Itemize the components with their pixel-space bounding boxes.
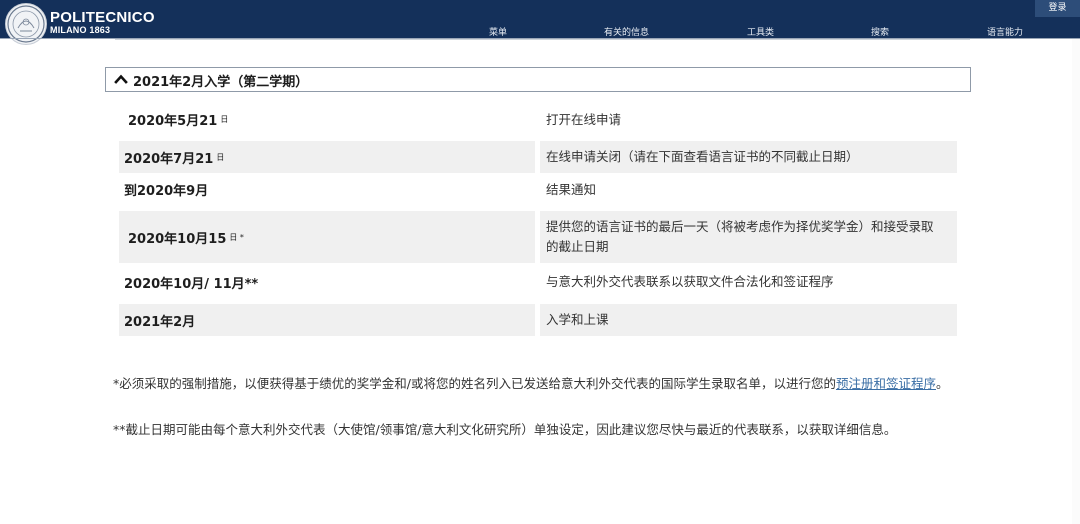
nav-info[interactable]: 有关的信息 — [604, 25, 649, 38]
brand-subtitle: MILANO 1863 — [50, 25, 111, 35]
footnote-deadline: **截止日期可能由每个意大利外交代表（大使馆/领事馆/意大利文化研究所）单独设定… — [113, 422, 897, 437]
date-suffix: 日 * — [229, 232, 244, 242]
date-text: 到2020年9月 — [124, 184, 209, 199]
event-cell: 结果通知 — [546, 181, 597, 197]
date-text: 2020年5月21 — [128, 114, 218, 129]
nav-menu[interactable]: 菜单 — [489, 25, 507, 38]
date-text: 2021年2月 — [124, 314, 196, 330]
section-divider — [115, 39, 970, 40]
footnote-text: *必须采取的强制措施，以便获得基于绩优的奖学金和/或将您的姓名列入已发送给意大利… — [113, 376, 836, 391]
event-cell: 打开在线申请 — [546, 111, 622, 127]
date-cell: 2021年2月 — [119, 304, 535, 336]
brand-name[interactable]: POLITECNICO — [50, 9, 155, 26]
date-text: 2020年10月/ 11月** — [124, 276, 259, 292]
chevron-up-icon[interactable] — [114, 72, 128, 86]
nav-tools[interactable]: 工具类 — [747, 25, 774, 38]
nav-language[interactable]: 语言能力 — [987, 25, 1023, 38]
top-header: POLITECNICO MILANO 1863 菜单 有关的信息 工具类 搜索 … — [0, 0, 1080, 45]
date-cell: 到2020年9月 — [119, 173, 535, 206]
table-row: 2021年2月 入学和上课 — [119, 304, 957, 336]
date-cell: 2020年10月/ 11月** — [119, 263, 535, 301]
schedule-table: 2020年5月21 日 打开在线申请 2020年7月21 日 在线申请关闭（请在下面… — [119, 103, 957, 336]
date-cell: 2020年7月21 日 — [119, 141, 535, 173]
pre-enrollment-link[interactable]: 预注册和签证程序 — [836, 376, 936, 391]
event-cell: 在线申请关闭（请在下面查看语言证书的不同截止日期） — [540, 141, 957, 173]
event-cell: 与意大利外交代表联系以获取文件合法化和签证程序 — [546, 274, 834, 289]
login-button[interactable]: 登录 — [1035, 0, 1080, 17]
nav-search[interactable]: 搜索 — [871, 25, 889, 38]
date-suffix: 日 — [220, 115, 229, 124]
footnote-end: 。 — [935, 376, 949, 391]
date-text: 2020年10月15 — [128, 231, 227, 247]
date-cell: 2020年5月21 日 — [119, 103, 535, 136]
accordion-header[interactable]: 2021年2月入学（第二学期） — [105, 67, 971, 92]
footnote-scholarship: *必须采取的强制措施，以便获得基于绩优的奖学金和/或将您的姓名列入已发送给意大利… — [113, 374, 955, 393]
table-row: 到2020年9月 结果通知 — [119, 173, 957, 206]
table-row: 2020年5月21 日 打开在线申请 — [119, 103, 957, 136]
page-scrollbar[interactable] — [1072, 39, 1080, 524]
event-cell: 提供您的语言证书的最后一天（将被考虑作为择优奖学金）和接受录取的截止日期 — [540, 211, 957, 263]
date-suffix: 日 — [216, 152, 225, 162]
date-cell: 2020年10月15 日 * — [119, 211, 535, 263]
table-row: 2020年10月15 日 * 提供您的语言证书的最后一天（将被考虑作为择优奖学金）… — [119, 211, 957, 263]
accordion-title: 2021年2月入学（第二学期） — [133, 75, 309, 90]
table-row: 2020年7月21 日 在线申请关闭（请在下面查看语言证书的不同截止日期） — [119, 141, 957, 173]
table-row: 2020年10月/ 11月** 与意大利外交代表联系以获取文件合法化和签证程序 — [119, 263, 957, 301]
date-text: 2020年7月21 — [124, 151, 214, 167]
event-cell: 入学和上课 — [540, 304, 957, 336]
